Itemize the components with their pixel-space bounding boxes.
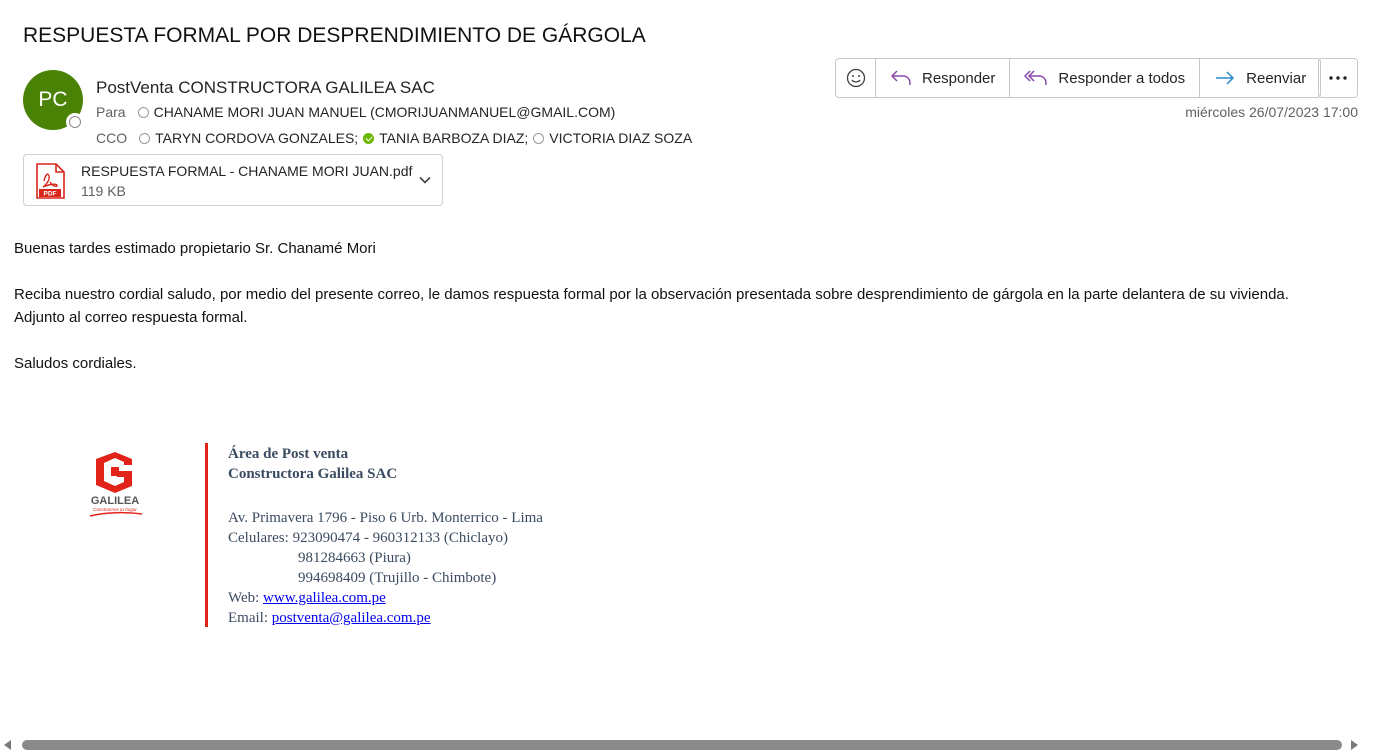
closing: Saludos cordiales.: [14, 355, 137, 372]
body-paragraph: Reciba nuestro cordial saludo, por medio…: [14, 286, 1289, 303]
recipient[interactable]: TARYN CORDOVA GONZALES;: [139, 130, 358, 146]
sent-date: miércoles 26/07/2023 17:00: [1185, 104, 1358, 120]
scroll-right-icon[interactable]: [1351, 740, 1358, 750]
galilea-logo: GALILEA Construimos tu hogar: [89, 452, 143, 517]
sender-name[interactable]: PostVenta CONSTRUCTORA GALILEA SAC: [96, 78, 435, 98]
emoji-icon: [846, 68, 865, 88]
reaction-button[interactable]: [836, 59, 876, 97]
pdf-icon-label: PDF: [44, 190, 57, 197]
web-link[interactable]: www.galilea.com.pe: [263, 590, 386, 606]
to-label: Para: [96, 104, 126, 120]
avatar-initials: PC: [38, 88, 68, 111]
recipient-name: CHANAME MORI JUAN MANUEL (CMORIJUANMANUE…: [153, 104, 616, 120]
more-icon: [1329, 76, 1347, 80]
phone: 923090474 - 960312133 (Chiclayo): [292, 530, 508, 546]
reply-button[interactable]: Responder: [876, 59, 1011, 97]
email-subject: RESPUESTA FORMAL POR DESPRENDIMIENTO DE …: [23, 24, 646, 47]
recipient-name: VICTORIA DIAZ SOZA: [549, 130, 693, 146]
attachment-name: RESPUESTA FORMAL - CHANAME MORI JUAN.pdf: [81, 163, 413, 179]
signature-address: Av. Primavera 1796 - Piso 6 Urb. Monterr…: [228, 510, 543, 526]
reply-label: Responder: [922, 69, 996, 87]
phone: 994698409 (Trujillo - Chimbote): [298, 570, 497, 586]
presence-unknown-icon: [533, 132, 545, 144]
logo-text: GALILEA: [91, 495, 139, 507]
more-actions-button[interactable]: [1318, 58, 1358, 98]
recipient[interactable]: TANIA BARBOZA DIAZ;: [363, 130, 528, 146]
reply-icon: [890, 70, 911, 85]
horizontal-scrollbar[interactable]: [0, 738, 1364, 752]
email-label: Email:: [228, 610, 268, 626]
scroll-left-icon[interactable]: [4, 740, 11, 750]
forward-button[interactable]: Reenviar: [1200, 59, 1320, 97]
signature-divider: [205, 443, 208, 627]
signature-company: Constructora Galilea SAC: [228, 466, 398, 482]
presence-status-icon: [66, 113, 84, 131]
email-link[interactable]: postventa@galilea.com.pe: [272, 610, 431, 626]
forward-label: Reenviar: [1246, 69, 1307, 87]
reply-all-label: Responder a todos: [1058, 69, 1186, 87]
to-recipients: Para CHANAME MORI JUAN MANUEL (CMORIJUAN…: [96, 104, 615, 120]
presence-unknown-icon: [137, 106, 149, 118]
phone: 981284663 (Piura): [298, 550, 411, 566]
phones-label: Celulares:: [228, 530, 289, 546]
reply-all-button[interactable]: Responder a todos: [1010, 59, 1201, 97]
pdf-icon: PDF: [36, 163, 65, 199]
presence-available-icon: [363, 132, 375, 144]
recipient[interactable]: VICTORIA DIAZ SOZA: [533, 130, 692, 146]
cco-label: CCO: [96, 130, 128, 146]
recipient-name: TANIA BARBOZA DIAZ;: [379, 130, 529, 146]
message-actions: Responder Responder a todos Reenviar: [835, 58, 1322, 98]
reply-all-icon: [1024, 70, 1048, 85]
body-paragraph: Adjunto al correo respuesta formal.: [14, 309, 248, 326]
greeting: Buenas tardes estimado propietario Sr. C…: [14, 240, 376, 257]
signature: Área de Post venta Constructora Galilea …: [228, 444, 543, 628]
attachment-card[interactable]: PDF RESPUESTA FORMAL - CHANAME MORI JUAN…: [23, 154, 443, 206]
cco-recipients: CCO TARYN CORDOVA GONZALES; TANIA BARBOZ…: [96, 130, 692, 146]
presence-unknown-icon: [139, 132, 151, 144]
web-label: Web:: [228, 590, 260, 606]
forward-icon: [1216, 71, 1235, 85]
recipient-name: TARYN CORDOVA GONZALES;: [155, 130, 359, 146]
scroll-thumb[interactable]: [22, 740, 1342, 750]
message-body: Buenas tardes estimado propietario Sr. C…: [14, 237, 1359, 375]
attachment-size: 119 KB: [81, 183, 126, 199]
recipient[interactable]: CHANAME MORI JUAN MANUEL (CMORIJUANMANUE…: [137, 104, 616, 120]
signature-dept: Área de Post venta: [228, 446, 349, 462]
logo-tagline: Construimos tu hogar: [93, 507, 137, 512]
chevron-down-icon[interactable]: [418, 173, 432, 187]
